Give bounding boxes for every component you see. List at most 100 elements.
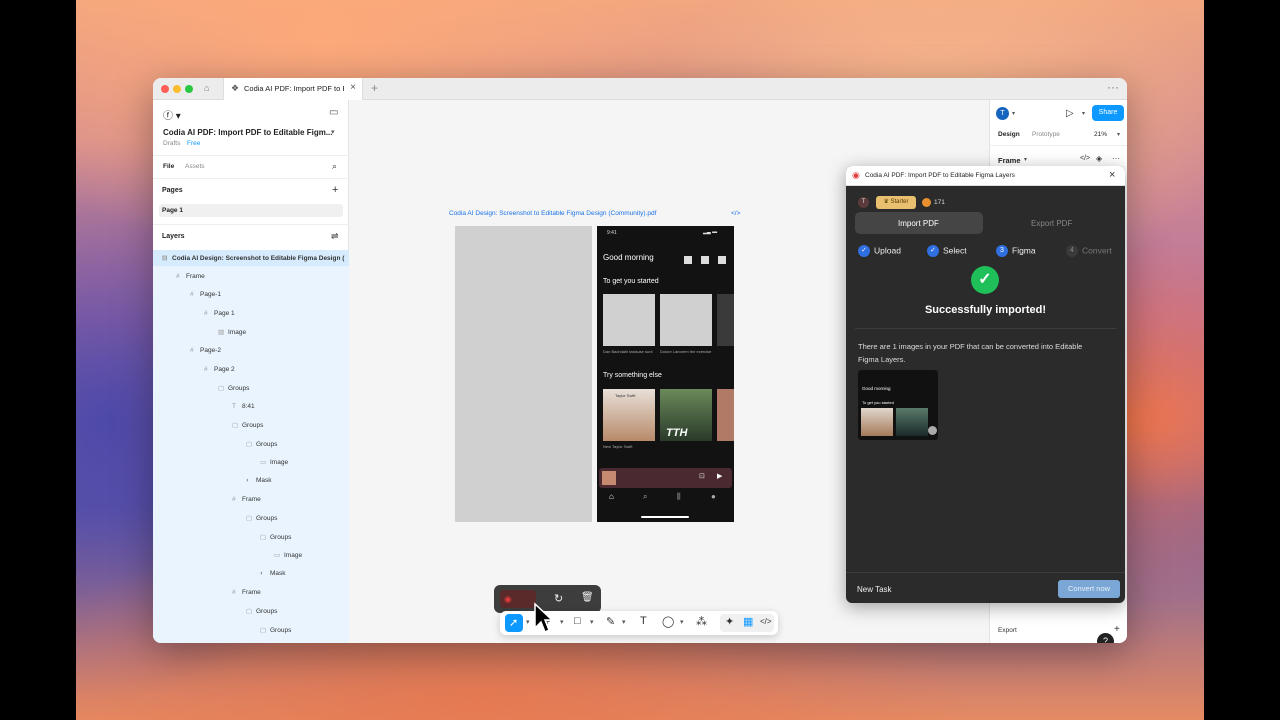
layer-row[interactable]: # Frame bbox=[232, 496, 261, 503]
group-icon: ▢ bbox=[260, 534, 267, 541]
code-icon[interactable]: </> bbox=[731, 210, 740, 217]
figma-menu-icon[interactable]: ⓕ ▾ bbox=[163, 107, 181, 122]
tab-assets[interactable]: Assets bbox=[185, 163, 205, 170]
comment-chevron-icon[interactable]: ▾ bbox=[680, 618, 684, 626]
move-chevron-icon[interactable]: ▾ bbox=[526, 618, 530, 626]
layer-row[interactable]: ▢ Groups bbox=[260, 626, 291, 634]
more-options-icon[interactable]: ··· bbox=[1112, 154, 1120, 163]
present-chevron-icon[interactable]: ▾ bbox=[1082, 110, 1085, 117]
minimize-window-button[interactable] bbox=[173, 85, 181, 93]
tab-export-pdf[interactable]: Export PDF bbox=[1031, 219, 1072, 228]
component-icon[interactable]: ◈ bbox=[1096, 154, 1102, 163]
dev-mode-icon[interactable]: </> bbox=[760, 617, 772, 626]
layer-row[interactable]: ▢ Groups bbox=[246, 607, 277, 615]
tab-bar: ⌂ ❖ Codia AI PDF: Import PDF to Editable… bbox=[153, 78, 1127, 100]
layer-row[interactable]: ◐ Mask bbox=[260, 570, 286, 577]
frame-type-label[interactable]: Frame bbox=[998, 156, 1021, 165]
mask-icon: ◐ bbox=[246, 477, 250, 484]
layer-row[interactable]: # Frame bbox=[232, 589, 261, 596]
phone-frame[interactable]: 9:41 ▂▃ ▬ Good morning To get you starte… bbox=[597, 226, 734, 522]
tab-prototype[interactable]: Prototype bbox=[1032, 131, 1060, 138]
stop-recording-button[interactable]: ◉ bbox=[500, 590, 536, 608]
move-tool-button[interactable]: ➚ bbox=[505, 614, 523, 632]
pen-chevron-icon[interactable]: ▾ bbox=[622, 618, 626, 626]
export-section-label[interactable]: Export bbox=[998, 627, 1017, 634]
avatar-chevron-icon[interactable]: ▾ bbox=[1012, 110, 1015, 117]
tab-design[interactable]: Design bbox=[998, 131, 1020, 138]
zoom-level[interactable]: 21% bbox=[1094, 131, 1107, 138]
shape-chevron-icon[interactable]: ▾ bbox=[590, 618, 594, 626]
new-tab-button[interactable]: + bbox=[371, 81, 378, 95]
layer-row[interactable]: # Frame bbox=[176, 273, 205, 280]
restart-icon[interactable]: ↻ bbox=[554, 592, 563, 605]
frame-chevron-icon[interactable]: ▾ bbox=[1024, 156, 1027, 163]
layer-row[interactable]: ▢ Groups bbox=[218, 384, 249, 392]
group-icon: ▢ bbox=[218, 385, 225, 392]
layer-row[interactable]: ◐ Mask bbox=[246, 477, 272, 484]
active-tab[interactable]: ❖ Codia AI PDF: Import PDF to Editable × bbox=[223, 78, 363, 100]
layer-row[interactable]: ▭ Image bbox=[274, 551, 302, 559]
pen-tool-icon[interactable]: ✎ bbox=[606, 615, 615, 628]
pdf-image-thumbnail[interactable]: Good morning To get you started bbox=[858, 370, 938, 440]
layer-row[interactable]: ▨ Image bbox=[218, 328, 246, 336]
thumb-select-indicator[interactable] bbox=[928, 426, 937, 435]
actions-icon[interactable]: ⁂ bbox=[696, 615, 707, 628]
present-icon[interactable]: ▷ bbox=[1066, 108, 1074, 119]
layers-options-icon[interactable]: ⇌ bbox=[331, 231, 339, 242]
plugin-tool-icon[interactable]: ▦ bbox=[743, 615, 753, 628]
convert-now-button[interactable]: Convert now bbox=[1058, 580, 1120, 598]
code-icon[interactable]: </> bbox=[1080, 155, 1090, 162]
card-caption: Dolore Laborem the exercise bbox=[660, 349, 712, 354]
new-task-button[interactable]: New Task bbox=[857, 585, 892, 594]
frame-chevron-icon[interactable]: ▾ bbox=[560, 618, 564, 626]
ai-tool-icon[interactable]: ✦ bbox=[725, 615, 734, 628]
frame-label[interactable]: Codia AI Design: Screenshot to Editable … bbox=[449, 210, 656, 217]
search-icon[interactable]: ⌕ bbox=[332, 161, 337, 172]
layer-row[interactable]: # Page 2 bbox=[204, 366, 235, 373]
layer-row[interactable]: # Page-1 bbox=[190, 291, 221, 298]
status-time: 9:41 bbox=[607, 230, 617, 236]
step-select: ✓ Select bbox=[927, 245, 967, 257]
group-icon: ▢ bbox=[232, 422, 239, 429]
step-convert: 4 Convert bbox=[1066, 245, 1112, 257]
album-title: Taylor Swift bbox=[615, 393, 636, 398]
layer-row[interactable]: ▢ Groups bbox=[246, 514, 277, 522]
comment-tool-icon[interactable]: ◯ bbox=[662, 615, 674, 628]
avatar[interactable]: T bbox=[996, 107, 1009, 120]
file-menu-chevron-icon[interactable]: ▾ bbox=[331, 128, 335, 136]
layer-row[interactable]: ▭ Image bbox=[260, 458, 288, 466]
maximize-window-button[interactable] bbox=[185, 85, 193, 93]
more-icon[interactable]: ··· bbox=[1107, 80, 1119, 94]
info-message: There are 1 images in your PDF that can … bbox=[858, 342, 1083, 364]
share-button[interactable]: Share bbox=[1092, 105, 1124, 121]
toggle-sidebar-icon[interactable]: ▭ bbox=[329, 107, 338, 118]
drafts-label[interactable]: Drafts bbox=[163, 140, 180, 147]
layer-row[interactable]: T 8:41 bbox=[232, 403, 255, 410]
device-icon: ⊡ bbox=[699, 473, 705, 480]
layer-row[interactable]: # Page 1 bbox=[204, 310, 235, 317]
close-window-button[interactable] bbox=[161, 85, 169, 93]
layer-row[interactable]: ⊟ Codia AI Design: Screenshot to Editable… bbox=[162, 254, 344, 262]
plugin-close-icon[interactable]: × bbox=[1109, 169, 1115, 181]
trash-icon[interactable]: 🗑 bbox=[581, 592, 594, 603]
layer-row[interactable]: ▢ Groups bbox=[260, 533, 291, 541]
frame-icon: # bbox=[190, 347, 194, 354]
help-button[interactable]: ? bbox=[1097, 633, 1114, 643]
layer-row[interactable]: # Page-2 bbox=[190, 347, 221, 354]
divider bbox=[153, 155, 349, 156]
zoom-chevron-icon[interactable]: ▾ bbox=[1117, 131, 1120, 138]
layer-row[interactable]: ▢ Groups bbox=[246, 440, 277, 448]
home-indicator bbox=[641, 516, 689, 518]
home-icon[interactable]: ⌂ bbox=[204, 83, 209, 93]
pdf-page-placeholder[interactable] bbox=[455, 226, 592, 522]
user-avatar[interactable]: T bbox=[858, 197, 869, 208]
tab-close-icon[interactable]: × bbox=[350, 82, 356, 93]
add-export-icon[interactable]: + bbox=[1114, 624, 1120, 635]
tab-file[interactable]: File bbox=[163, 163, 174, 170]
layer-row[interactable]: ▢ Groups bbox=[232, 421, 263, 429]
rectangle-tool-icon[interactable]: □ bbox=[574, 615, 581, 627]
file-name[interactable]: Codia AI PDF: Import PDF to Editable Fig… bbox=[163, 128, 332, 137]
add-page-icon[interactable]: + bbox=[332, 184, 338, 196]
page-item-page-1[interactable] bbox=[159, 204, 343, 217]
text-tool-icon[interactable]: T bbox=[640, 615, 647, 627]
